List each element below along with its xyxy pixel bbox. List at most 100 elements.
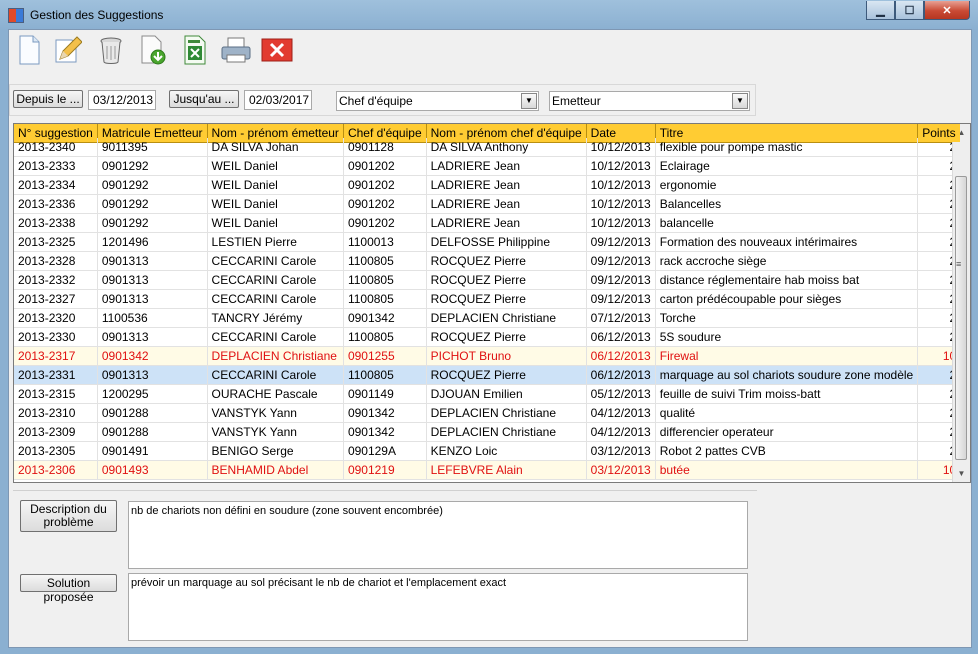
table-row[interactable]: 2013-2315 1200295 OURACHE Pascale 0901149 DJ… [14, 384, 962, 404]
table-cell: 0901491 [97, 441, 208, 461]
table-cell: 2013-2332 [14, 270, 98, 290]
chevron-down-icon[interactable]: ▼ [521, 93, 537, 109]
team-leader-combo[interactable]: Chef d'équipe ▼ [336, 91, 539, 111]
table-cell: 09/12/2013 [586, 270, 656, 290]
table-row[interactable]: 2013-2327 0901313 CECCARINI Carole 1100805 R… [14, 289, 962, 309]
table-row[interactable]: 2013-2306 0901493 BENHAMID Abdel 0901219 LEF… [14, 460, 962, 480]
table-cell: 2013-2309 [14, 422, 98, 442]
table-cell: 0901342 [343, 403, 427, 423]
trash-icon[interactable] [95, 34, 127, 66]
table-cell: 5S soudure [655, 327, 919, 347]
since-button[interactable]: Depuis le ... [13, 90, 83, 108]
table-cell: ROCQUEZ Pierre [426, 289, 587, 309]
table-cell: 1100805 [343, 289, 427, 309]
table-cell: 2013-2320 [14, 308, 98, 328]
table-cell: 0901342 [343, 308, 427, 328]
table-cell: 0901313 [97, 365, 208, 385]
table-cell: carton prédécoupable pour sièges [655, 289, 919, 309]
table-row[interactable]: 2013-2328 0901313 CECCARINI Carole 1100805 R… [14, 251, 962, 271]
column-header[interactable]: Nom - prénom émetteur [207, 124, 344, 143]
maximize-button[interactable]: ☐ [895, 1, 924, 20]
table-row[interactable]: 2013-2331 0901313 CECCARINI Carole 1100805 R… [14, 365, 962, 385]
import-icon[interactable] [137, 34, 169, 66]
scroll-grip-icon: ≡ [956, 259, 962, 269]
solution-textbox[interactable]: prévoir un marquage au sol précisant le … [128, 573, 748, 641]
window-title: Gestion des Suggestions [30, 8, 164, 22]
until-button[interactable]: Jusqu'au ... [169, 90, 239, 108]
table-cell: WEIL Daniel [207, 213, 344, 233]
table-row[interactable]: 2013-2317 0901342 DEPLACIEN Christiane 0901… [14, 346, 962, 366]
table-cell: TANCRY Jérémy [207, 308, 344, 328]
description-textbox[interactable]: nb de chariots non défini en soudure (zo… [128, 501, 748, 569]
table-cell: 1100536 [97, 308, 208, 328]
table-row[interactable]: 2013-2305 0901491 BENIGO Serge 090129A KENZO… [14, 441, 962, 461]
table-cell: KENZO Loic [426, 441, 587, 461]
table-cell: 10/12/2013 [586, 213, 656, 233]
table-cell: 2013-2305 [14, 441, 98, 461]
sender-combo[interactable]: Emetteur ▼ [549, 91, 750, 111]
table-cell: 05/12/2013 [586, 384, 656, 404]
table-cell: 2013-2327 [14, 289, 98, 309]
table-cell: 2013-2333 [14, 156, 98, 176]
description-label-button[interactable]: Description du problème [20, 500, 117, 532]
table-row[interactable]: 2013-2334 0901292 WEIL Daniel 0901202 LADRIE… [14, 175, 962, 195]
table-cell: Balancelles [655, 194, 919, 214]
since-date-field[interactable]: 03/12/2013 [88, 90, 156, 110]
table-cell: 2013-2331 [14, 365, 98, 385]
filter-bar: Depuis le ... 03/12/2013 Jusqu'au ... 02… [9, 84, 756, 116]
column-header[interactable]: Matricule Emetteur [97, 124, 208, 143]
table-cell: 1100805 [343, 327, 427, 347]
chevron-down-icon[interactable]: ▼ [732, 93, 748, 109]
suggestions-grid[interactable]: N° suggestion Matricule Emetteur Nom - pré… [13, 123, 971, 483]
excel-export-icon[interactable] [179, 34, 211, 66]
edit-icon[interactable] [51, 34, 83, 66]
table-row[interactable]: 2013-2309 0901288 VANSTYK Yann 0901342 DEPLA… [14, 422, 962, 442]
table-cell: 1201496 [97, 232, 208, 252]
scroll-thumb[interactable] [955, 176, 967, 460]
column-header[interactable]: Chef d'équipe [343, 124, 427, 143]
table-row[interactable]: 2013-2333 0901292 WEIL Daniel 0901202 LADRIE… [14, 156, 962, 176]
close-button[interactable]: ✕ [924, 1, 970, 20]
table-cell: BENIGO Serge [207, 441, 344, 461]
table-cell: PICHOT Bruno [426, 346, 587, 366]
table-cell: LEFEBVRE Alain [426, 460, 587, 480]
table-row[interactable]: 2013-2330 0901313 CECCARINI Carole 1100805 R… [14, 327, 962, 347]
table-cell: 0901313 [97, 270, 208, 290]
column-header[interactable]: Date [586, 124, 656, 143]
table-cell: Eclairage [655, 156, 919, 176]
column-header[interactable]: Titre [655, 124, 919, 143]
table-row[interactable]: 2013-2325 1201496 LESTIEN Pierre 1100013 DEL… [14, 232, 962, 252]
column-header[interactable]: Points [917, 124, 962, 143]
table-cell: 0901288 [97, 403, 208, 423]
title-bar[interactable]: Gestion des Suggestions ▁ ☐ ✕ [0, 0, 978, 30]
grid-header-row: N° suggestion Matricule Emetteur Nom - pré… [14, 124, 962, 143]
team-leader-combo-value: Chef d'équipe [339, 94, 413, 108]
cancel-icon[interactable] [261, 34, 293, 66]
vertical-scrollbar[interactable]: ▲ ≡ ▼ [952, 124, 970, 482]
toolbar [9, 30, 971, 70]
table-cell: 0901342 [343, 422, 427, 442]
table-row[interactable]: 2013-2338 0901292 WEIL Daniel 0901202 LADRIE… [14, 213, 962, 233]
column-header[interactable]: Nom - prénom chef d'équipe [426, 124, 587, 143]
minimize-button[interactable]: ▁ [866, 1, 895, 20]
details-panel: Description du problème nb de chariots n… [13, 490, 757, 647]
table-row[interactable]: 2013-2320 1100536 TANCRY Jérémy 0901342 DEPL… [14, 308, 962, 328]
scroll-down-icon[interactable]: ▼ [953, 465, 970, 482]
table-cell: ROCQUEZ Pierre [426, 327, 587, 347]
table-cell: 09/12/2013 [586, 232, 656, 252]
table-cell: Robot 2 pattes CVB [655, 441, 919, 461]
new-document-icon[interactable] [13, 34, 45, 66]
solution-label-button[interactable]: Solution proposée [20, 574, 117, 604]
column-header[interactable]: N° suggestion [14, 124, 98, 143]
table-cell: 0901313 [97, 251, 208, 271]
until-date-field[interactable]: 02/03/2017 [244, 90, 312, 110]
table-cell: 0901313 [97, 289, 208, 309]
table-cell: 2013-2315 [14, 384, 98, 404]
print-icon[interactable] [220, 34, 252, 66]
table-cell: marquage au sol chariots soudure zone mo… [655, 365, 919, 385]
table-row[interactable]: 2013-2310 0901288 VANSTYK Yann 0901342 DEPLA… [14, 403, 962, 423]
table-cell: 1100805 [343, 270, 427, 290]
table-row[interactable]: 2013-2332 0901313 CECCARINI Carole 1100805 R… [14, 270, 962, 290]
table-row[interactable]: 2013-2336 0901292 WEIL Daniel 0901202 LADRIE… [14, 194, 962, 214]
table-cell: ROCQUEZ Pierre [426, 270, 587, 290]
